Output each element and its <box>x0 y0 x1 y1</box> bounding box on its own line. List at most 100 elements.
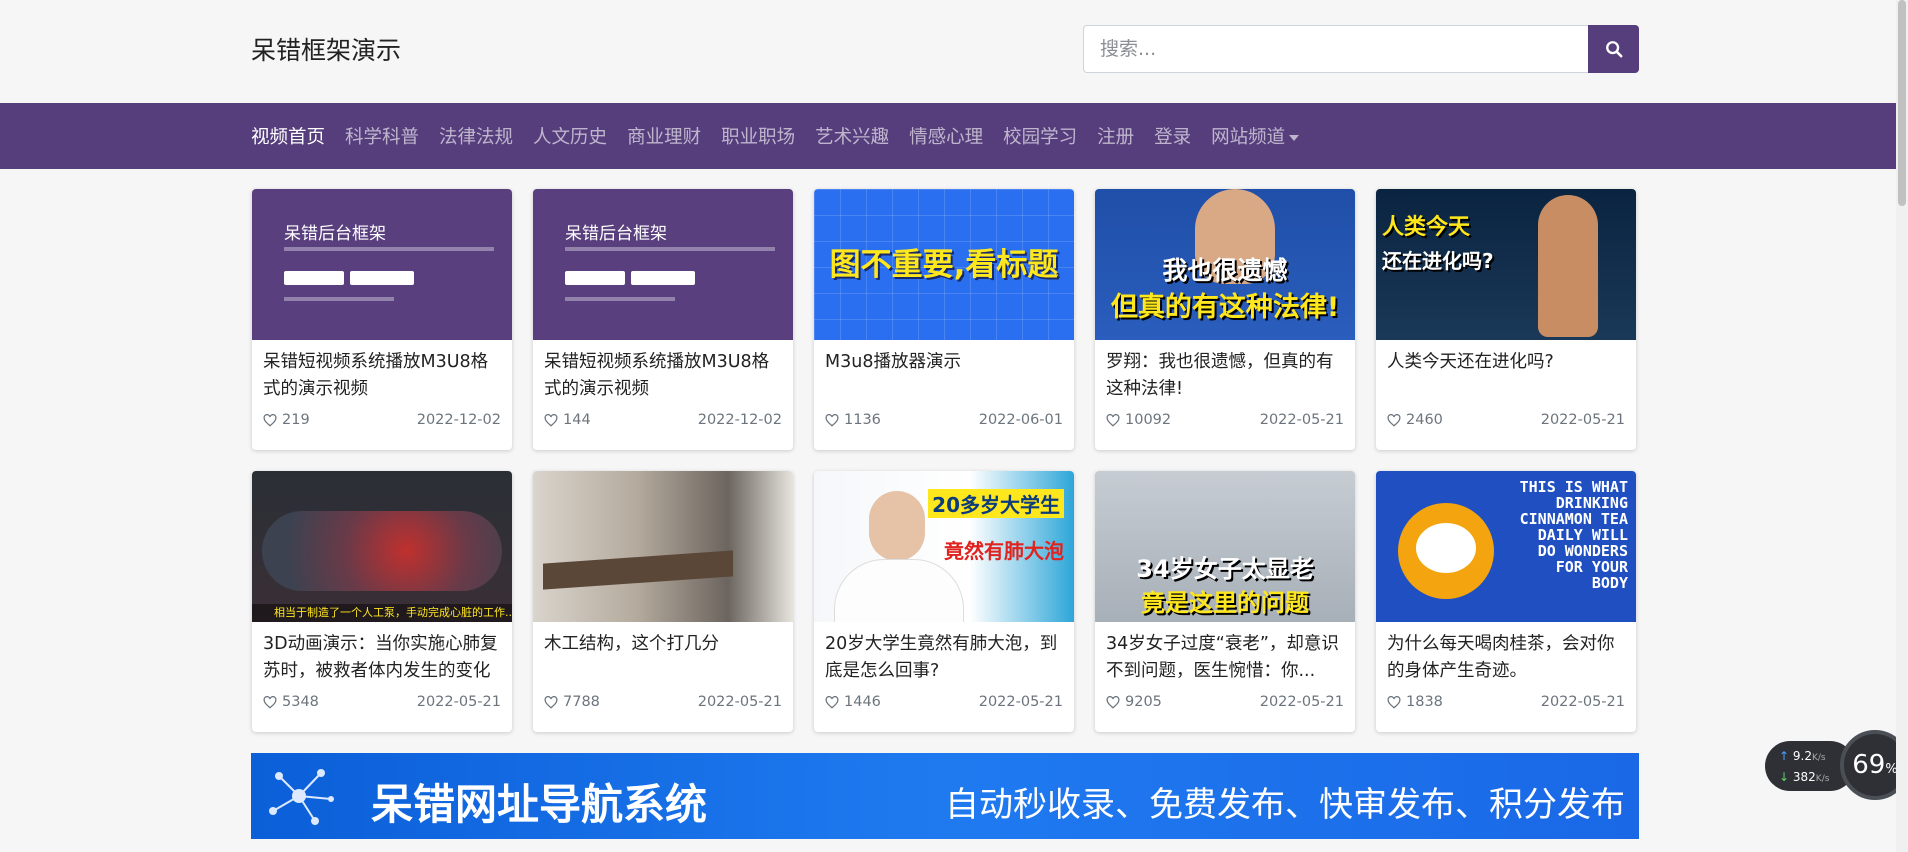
nav-item-9[interactable]: 注册 <box>1097 123 1134 149</box>
thumb-text: 20多岁大学生 <box>928 489 1064 518</box>
nav-item-5[interactable]: 职业职场 <box>721 123 795 149</box>
like-count[interactable]: 2460 <box>1387 412 1443 428</box>
like-count-value: 10092 <box>1125 412 1172 428</box>
like-count[interactable]: 219 <box>263 412 310 428</box>
thumb-text: 但真的有这种法律! <box>1110 292 1340 323</box>
video-meta: 144 2022-12-02 <box>544 412 782 428</box>
like-count[interactable]: 1446 <box>825 694 881 710</box>
video-meta: 1838 2022-05-21 <box>1387 694 1625 710</box>
video-thumbnail[interactable]: 20多岁大学生竟然有肺大泡 <box>814 471 1074 622</box>
like-count[interactable]: 9205 <box>1106 694 1162 710</box>
heart-icon <box>1387 695 1401 709</box>
video-title[interactable]: M3u8播放器演示 <box>825 349 1065 376</box>
like-count-value: 1446 <box>844 694 881 710</box>
video-card[interactable]: 呆错后台框架 呆错短视频系统播放M3U8格式的演示视频 219 2022-12-02 <box>252 189 512 450</box>
video-thumbnail[interactable] <box>533 471 793 622</box>
video-title[interactable]: 为什么每天喝肉桂茶，会对你的身体产生奇迹。 <box>1387 631 1627 685</box>
video-thumbnail[interactable]: 呆错后台框架 <box>252 189 512 340</box>
page-scrollbar[interactable] <box>1896 0 1908 852</box>
video-thumbnail[interactable]: 人类今天 还在进化吗? <box>1376 189 1636 340</box>
like-count-value: 5348 <box>282 694 319 710</box>
thumb-text: 人类今天 <box>1382 215 1471 240</box>
video-title[interactable]: 20岁大学生竟然有肺大泡，到底是怎么回事? <box>825 631 1065 685</box>
like-count[interactable]: 1136 <box>825 412 881 428</box>
video-card[interactable]: 我也很遗憾 但真的有这种法律! 罗翔：我也很遗憾，但真的有这种法律! 10092 202… <box>1095 189 1355 450</box>
nav-item-2[interactable]: 法律法规 <box>439 123 513 149</box>
nav-item-7[interactable]: 情感心理 <box>909 123 983 149</box>
video-card[interactable]: 相当于制造了一个人工泵，手动完成心脏的工作... 3D动画演示：当你实施心肺复苏时… <box>252 471 512 732</box>
video-meta: 10092 2022-05-21 <box>1106 412 1344 428</box>
video-thumbnail[interactable]: 相当于制造了一个人工泵，手动完成心脏的工作... <box>252 471 512 622</box>
video-meta: 5348 2022-05-21 <box>263 694 501 710</box>
video-thumbnail[interactable]: THIS IS WHAT DRINKING CINNAMON TEA DAILY… <box>1376 471 1636 622</box>
like-count-value: 9205 <box>1125 694 1162 710</box>
heart-icon <box>825 413 839 427</box>
thumb-text: 呆错后台框架 <box>565 224 667 244</box>
nav-item-10[interactable]: 登录 <box>1154 123 1191 149</box>
video-card[interactable]: 人类今天 还在进化吗? 人类今天还在进化吗? 2460 2022-05-21 <box>1376 189 1636 450</box>
like-count-value: 144 <box>563 412 591 428</box>
heart-icon <box>544 413 558 427</box>
video-card[interactable]: 呆错后台框架呆错短视频系统播放M3U8格式的演示视频 144 2022-12-02 <box>533 189 793 450</box>
like-count-value: 7788 <box>563 694 600 710</box>
upload-arrow-icon: ↑ <box>1779 749 1790 763</box>
thumb-text: 图不重要,看标题 <box>829 247 1059 283</box>
download-unit: K/s <box>1815 774 1830 784</box>
video-title[interactable]: 人类今天还在进化吗? <box>1387 349 1627 376</box>
nav-item-4[interactable]: 商业理财 <box>627 123 701 149</box>
nav-item-3[interactable]: 人文历史 <box>533 123 607 149</box>
video-title[interactable]: 木工结构，这个打几分 <box>544 631 784 658</box>
scrollbar-thumb[interactable] <box>1898 0 1906 206</box>
video-thumbnail[interactable]: 呆错后台框架 <box>533 189 793 340</box>
search-button[interactable] <box>1588 25 1639 73</box>
upload-unit: K/s <box>1811 753 1826 763</box>
banner-subtitle: 自动秒收录、免费发布、快审发布、积分发布 <box>945 785 1625 825</box>
publish-date: 2022-12-02 <box>697 412 782 428</box>
like-count-value: 2460 <box>1406 412 1443 428</box>
like-count-value: 1838 <box>1406 694 1443 710</box>
cpu-value: 69 <box>1852 750 1886 780</box>
like-count-value: 219 <box>282 412 310 428</box>
thumb-text: 呆错后台框架 <box>284 224 386 244</box>
video-thumbnail[interactable]: 图不重要,看标题 <box>814 189 1074 340</box>
site-brand[interactable]: 呆错框架演示 <box>251 31 401 67</box>
video-thumbnail[interactable]: 34岁女子太显老 竟是这里的问题 <box>1095 471 1355 622</box>
nav-dropdown-channels[interactable]: 网站频道 <box>1211 123 1300 149</box>
heart-icon <box>1106 413 1120 427</box>
video-card[interactable]: 图不重要,看标题 M3u8播放器演示 1136 2022-06-01 <box>814 189 1074 450</box>
nav-item-6[interactable]: 艺术兴趣 <box>815 123 889 149</box>
video-meta: 1446 2022-05-21 <box>825 694 1063 710</box>
top-header: 呆错框架演示 <box>0 0 1908 103</box>
publish-date: 2022-05-21 <box>697 694 782 710</box>
download-arrow-icon: ↓ <box>1779 770 1790 784</box>
video-meta: 1136 2022-06-01 <box>825 412 1063 428</box>
like-count[interactable]: 144 <box>544 412 591 428</box>
video-title[interactable]: 罗翔：我也很遗憾，但真的有这种法律! <box>1106 349 1346 403</box>
banner-title: 呆错网址导航系统 <box>371 780 708 829</box>
like-count[interactable]: 7788 <box>544 694 600 710</box>
like-count[interactable]: 10092 <box>1106 412 1171 428</box>
video-card[interactable]: THIS IS WHAT DRINKING CINNAMON TEA DAILY… <box>1376 471 1636 732</box>
video-card[interactable]: 34岁女子太显老 竟是这里的问题 34岁女子过度“衰老”，却意识不到问题，医生惋惜：… <box>1095 471 1355 732</box>
video-title[interactable]: 3D动画演示：当你实施心肺复苏时，被救者体内发生的变化 <box>263 631 503 685</box>
heart-icon <box>263 695 277 709</box>
video-meta: 2460 2022-05-21 <box>1387 412 1625 428</box>
publish-date: 2022-05-21 <box>416 694 501 710</box>
video-card[interactable]: 20多岁大学生 竟然有肺大泡 20岁大学生竟然有肺大泡，到底是怎么回事? 1446 20… <box>814 471 1074 732</box>
like-count[interactable]: 5348 <box>263 694 319 710</box>
publish-date: 2022-06-01 <box>978 412 1063 428</box>
video-card[interactable]: 木工结构，这个打几分 7788 2022-05-21 <box>533 471 793 732</box>
video-title[interactable]: 34岁女子过度“衰老”，却意识不到问题，医生惋惜：你... <box>1106 631 1346 685</box>
video-thumbnail[interactable]: 我也很遗憾 但真的有这种法律! <box>1095 189 1355 340</box>
search-input[interactable] <box>1083 25 1588 73</box>
nav-item-0[interactable]: 视频首页 <box>251 123 325 149</box>
like-count[interactable]: 1838 <box>1387 694 1443 710</box>
publish-date: 2022-05-21 <box>1259 694 1344 710</box>
nav-system-banner[interactable]: 呆错网址导航系统 自动秒收录、免费发布、快审发布、积分发布 <box>251 753 1639 839</box>
video-title[interactable]: 呆错短视频系统播放M3U8格式的演示视频 <box>544 349 784 403</box>
caret-down-icon <box>1289 135 1300 141</box>
nav-item-8[interactable]: 校园学习 <box>1003 123 1077 149</box>
thumb-text: 竟然有肺大泡 <box>944 539 1064 563</box>
video-title[interactable]: 呆错短视频系统播放M3U8格式的演示视频 <box>263 349 503 403</box>
nav-item-1[interactable]: 科学科普 <box>345 123 419 149</box>
